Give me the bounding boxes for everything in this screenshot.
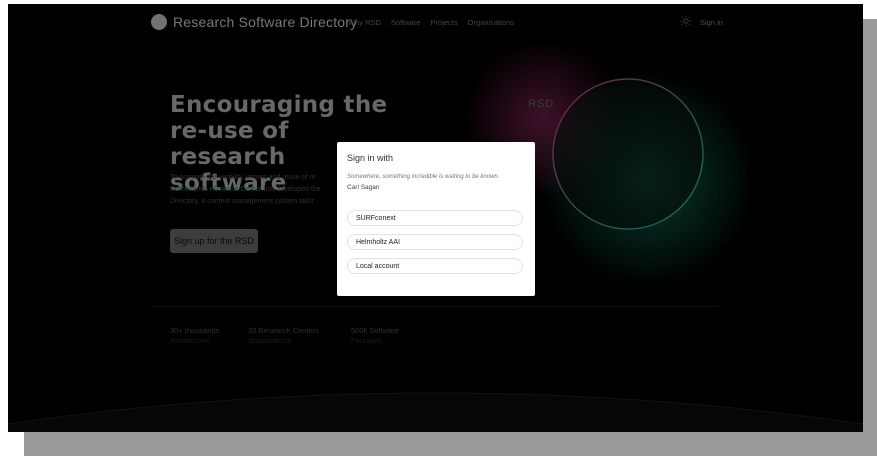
sign-in-modal: Sign in with Somewhere, something incred… [337, 142, 535, 296]
provider-local-account-button[interactable]: Local account [347, 258, 523, 274]
modal-quote: Somewhere, something incredible is waiti… [347, 174, 500, 180]
provider-helmholtz-button[interactable]: Helmholtz AAI [347, 234, 523, 250]
browser-page: Research Software Directory Why RSD Soft… [8, 4, 863, 432]
provider-surfconext-button[interactable]: SURFconext [347, 210, 523, 226]
modal-quote-author: Carl Sagan [347, 184, 380, 191]
modal-title: Sign in with [347, 153, 394, 163]
